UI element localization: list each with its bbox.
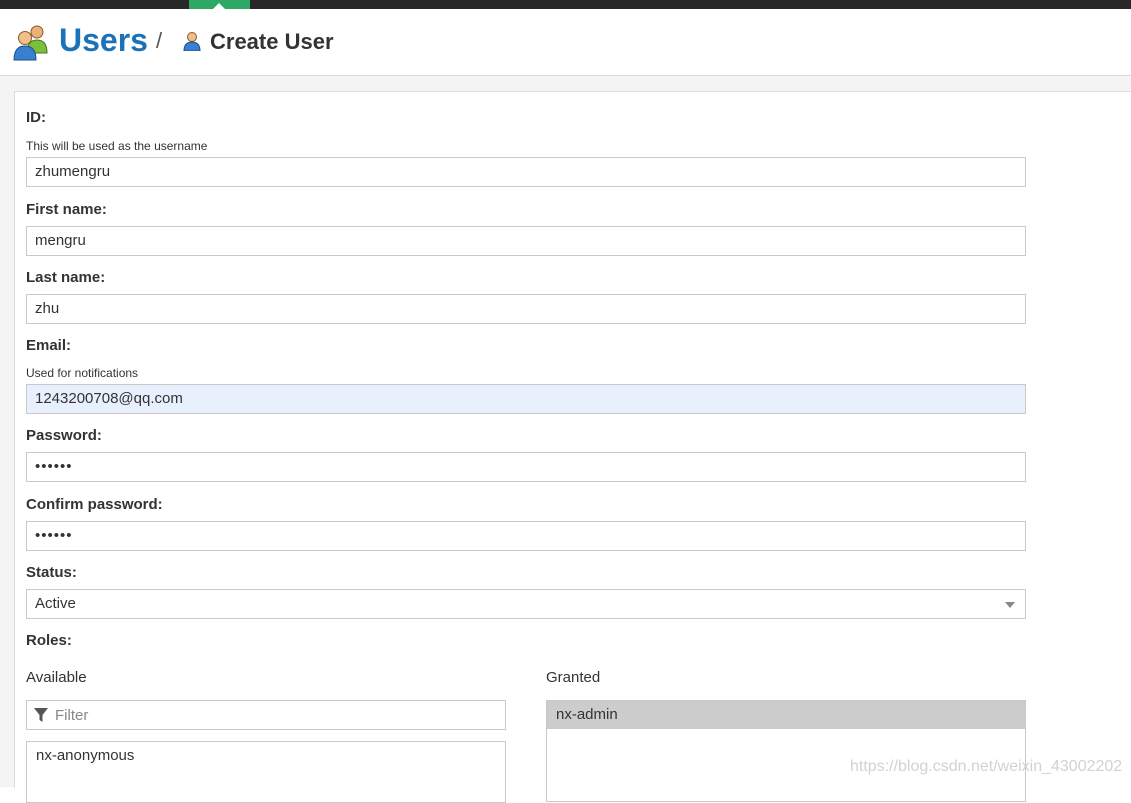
confirm-password-input[interactable]: •••••• — [26, 521, 1026, 551]
filter-placeholder: Filter — [55, 707, 89, 724]
id-label: ID: — [26, 109, 46, 126]
first-name-label: First name: — [26, 201, 107, 218]
roles-filter-input[interactable]: Filter — [26, 700, 506, 730]
email-input[interactable]: 1243200708@qq.com — [26, 384, 1026, 414]
available-roles-list[interactable]: nx-anonymous — [26, 741, 506, 803]
filter-icon — [34, 708, 48, 722]
breadcrumb-separator: / — [156, 28, 163, 53]
last-name-label: Last name: — [26, 269, 106, 286]
status-label: Status: — [26, 564, 77, 581]
granted-role-item[interactable]: nx-admin — [547, 701, 1025, 729]
id-help-text: This will be used as the username — [26, 139, 208, 153]
users-icon — [13, 25, 48, 61]
email-label: Email: — [26, 337, 72, 354]
active-nav-tab[interactable] — [189, 0, 250, 9]
first-name-input[interactable]: mengru — [26, 226, 1026, 256]
granted-roles-label: Granted — [546, 669, 601, 686]
available-role-item[interactable]: nx-anonymous — [27, 742, 505, 770]
id-input[interactable]: zhumengru — [26, 157, 1026, 187]
email-help-text: Used for notifications — [26, 366, 139, 380]
roles-label: Roles: — [26, 632, 72, 649]
users-breadcrumb-link[interactable]: Users — [59, 22, 148, 59]
page-header: Users / Create User — [0, 9, 1131, 76]
page-title: Create User — [210, 29, 334, 54]
user-icon — [183, 32, 201, 51]
last-name-input[interactable]: zhu — [26, 294, 1026, 324]
confirm-password-label: Confirm password: — [26, 496, 163, 513]
watermark: https://blog.csdn.net/weixin_43002202 — [850, 758, 1123, 775]
status-select-value: Active — [35, 595, 76, 612]
top-nav-bar — [0, 0, 1131, 9]
password-label: Password: — [26, 427, 102, 444]
chevron-down-icon — [1005, 602, 1015, 608]
status-select[interactable]: Active — [26, 589, 1026, 619]
password-input[interactable]: •••••• — [26, 452, 1026, 482]
available-roles-label: Available — [26, 669, 87, 686]
